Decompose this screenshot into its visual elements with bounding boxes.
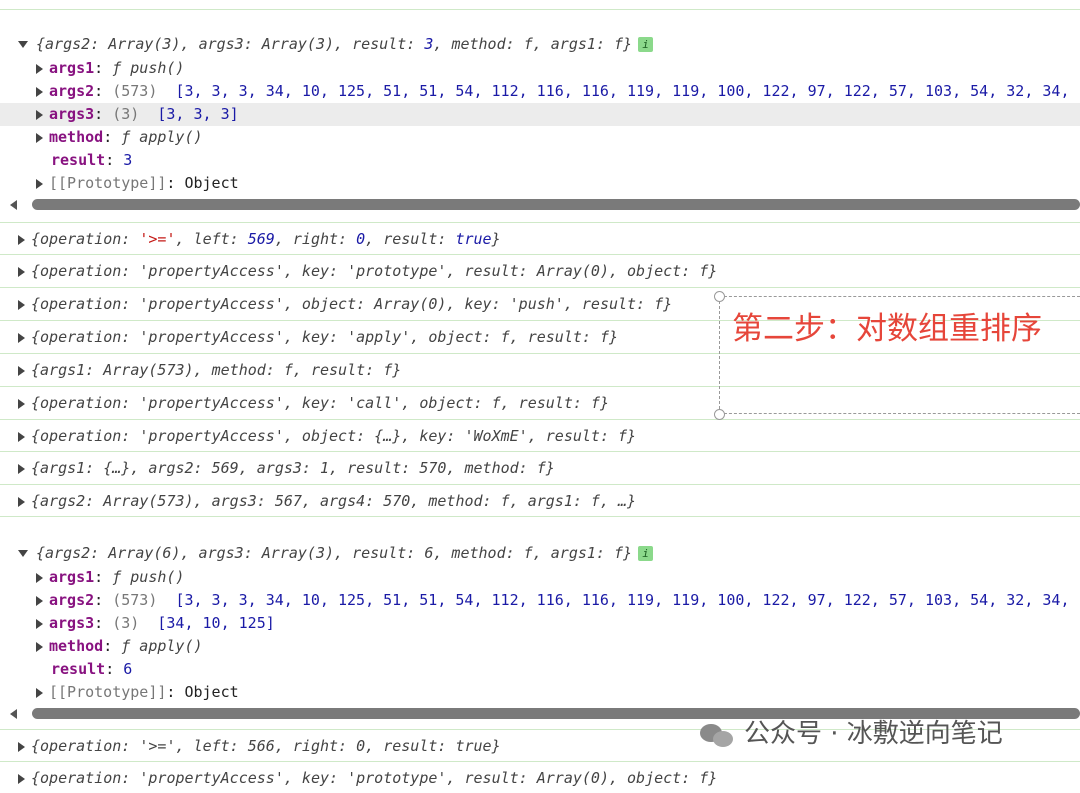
console-log-entry[interactable]: {operation: 'propertyAccess', key: 'prot… [0, 254, 1080, 286]
expand-triangle-icon[interactable] [18, 266, 25, 277]
expand-triangle-icon[interactable] [36, 178, 43, 189]
property-row-result: result: 3 [51, 151, 133, 169]
property-row-method[interactable]: method: ƒ apply() [36, 635, 1080, 658]
console-log-entry[interactable]: {args2: Array(573), args3: 567, args4: 5… [0, 484, 1080, 516]
scroll-left-arrow-icon[interactable] [10, 709, 17, 719]
expand-triangle-icon[interactable] [18, 463, 25, 474]
watermark-text: 公众号 · 冰敷逆向笔记 [744, 719, 1003, 749]
info-icon[interactable]: i [638, 37, 654, 52]
expand-triangle-icon[interactable] [18, 234, 25, 245]
expand-triangle-icon[interactable] [36, 109, 43, 120]
expand-triangle-icon[interactable] [36, 641, 43, 652]
property-row-args3[interactable]: args3: (3) [34, 10, 125] [36, 612, 1080, 635]
resize-handle[interactable] [714, 291, 725, 302]
console-separator [0, 9, 1080, 10]
property-row-args2[interactable]: args2: (573) [3, 3, 3, 34, 10, 125, 51, … [36, 80, 1080, 103]
annotation-text: 第二步：对数组重排序 [732, 311, 1042, 347]
expand-triangle-icon[interactable] [18, 431, 25, 442]
expand-triangle-icon[interactable] [36, 618, 43, 629]
expand-triangle-icon[interactable] [36, 132, 43, 143]
expand-triangle-icon[interactable] [36, 595, 43, 606]
expand-triangle-icon[interactable] [18, 550, 28, 557]
expand-triangle-icon[interactable] [36, 86, 43, 97]
property-row-prototype[interactable]: [[Prototype]]: Object [36, 172, 1080, 195]
expand-triangle-icon[interactable] [18, 332, 25, 343]
expand-triangle-icon[interactable] [36, 687, 43, 698]
console-log-entry[interactable]: {args1: {…}, args2: 569, args3: 1, resul… [0, 451, 1080, 483]
property-row-result: result: 6 [51, 660, 133, 678]
resize-handle[interactable] [714, 409, 725, 420]
property-row-prototype[interactable]: [[Prototype]]: Object [36, 681, 1080, 704]
expand-triangle-icon[interactable] [36, 572, 43, 583]
expand-triangle-icon[interactable] [36, 63, 43, 74]
property-row-args1[interactable]: args1: ƒ push() [36, 57, 1080, 80]
expand-triangle-icon[interactable] [18, 299, 25, 310]
property-row-args2[interactable]: args2: (573) [3, 3, 3, 34, 10, 125, 51, … [36, 589, 1080, 612]
horizontal-scrollbar[interactable] [0, 198, 1080, 212]
console-log-entry[interactable]: {operation: 'propertyAccess', key: 'prot… [0, 761, 1080, 793]
console-log-entry[interactable]: {operation: '>=', left: 569, right: 0, r… [0, 222, 1080, 254]
scroll-left-arrow-icon[interactable] [10, 200, 17, 210]
scrollbar-thumb[interactable] [32, 199, 1080, 210]
expand-triangle-icon[interactable] [18, 365, 25, 376]
property-row-method[interactable]: method: ƒ apply() [36, 126, 1080, 149]
expand-triangle-icon[interactable] [18, 496, 25, 507]
watermark: 公众号 · 冰敷逆向笔记 [700, 713, 1003, 750]
info-icon[interactable]: i [638, 546, 654, 561]
property-row-args3[interactable]: args3: (3) [3, 3, 3] [0, 103, 1080, 126]
console-object-summary[interactable]: {args2: Array(3), args3: Array(3), resul… [18, 33, 1080, 56]
expand-triangle-icon[interactable] [18, 741, 25, 752]
expand-triangle-icon[interactable] [18, 41, 28, 48]
console-object-summary[interactable]: {args2: Array(6), args3: Array(3), resul… [18, 542, 1080, 565]
expand-triangle-icon[interactable] [18, 773, 25, 784]
console-log-entry[interactable]: {operation: 'propertyAccess', object: {…… [0, 419, 1080, 451]
property-row-args1[interactable]: args1: ƒ push() [36, 566, 1080, 589]
wechat-icon [700, 722, 736, 748]
annotation-box: 第二步：对数组重排序 [719, 296, 1080, 414]
console-separator [0, 516, 1080, 517]
expand-triangle-icon[interactable] [18, 398, 25, 409]
